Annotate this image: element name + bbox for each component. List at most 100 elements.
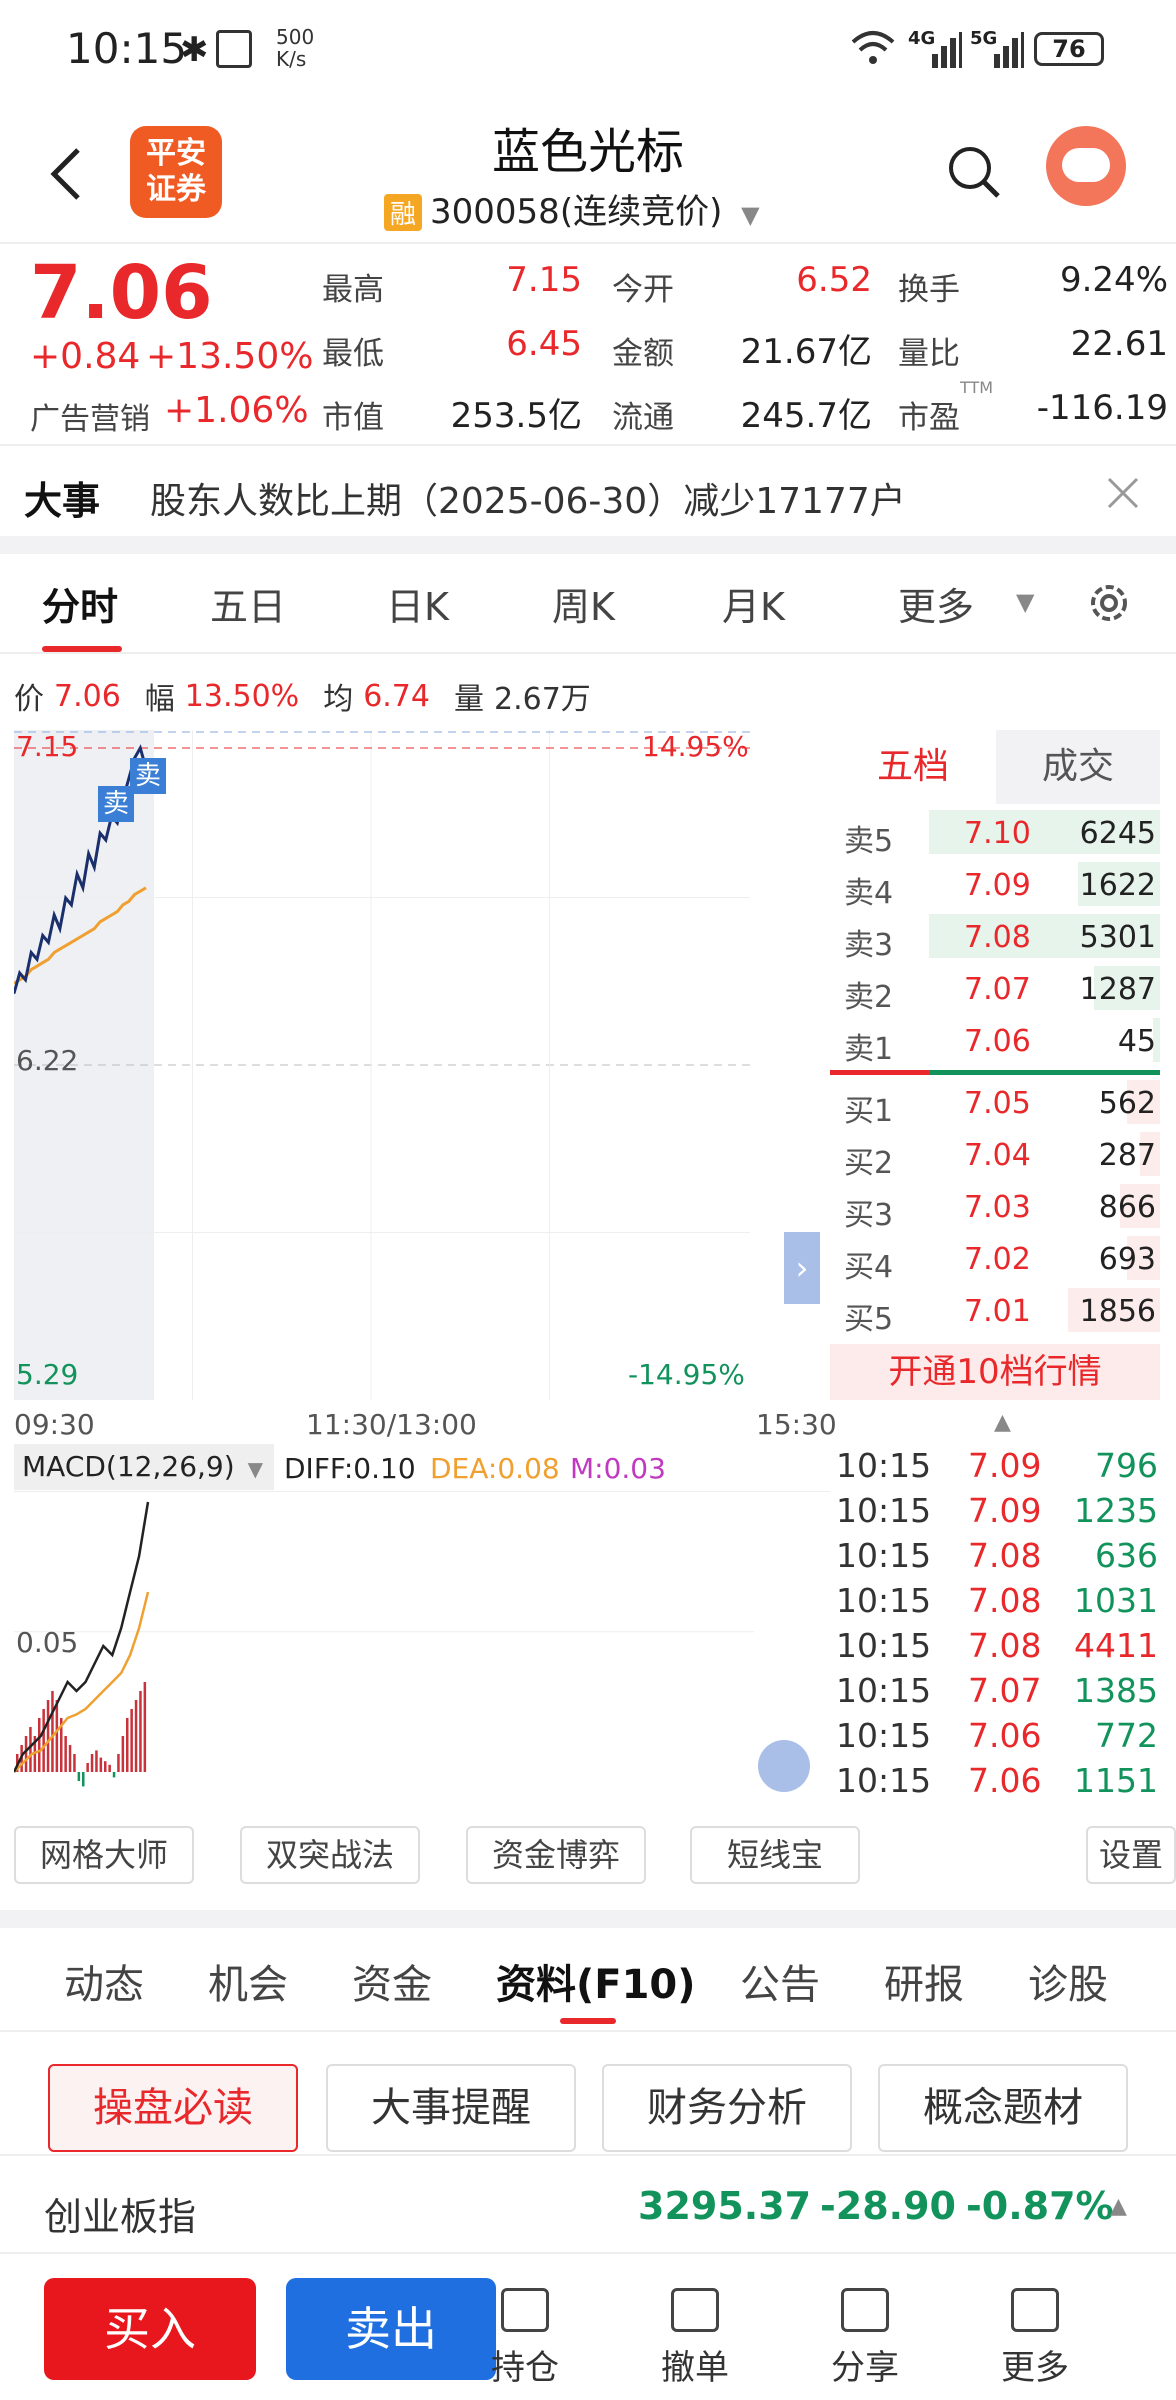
sell-level-price: 7.06 [964, 1024, 1031, 1059]
orderbook-buy-row[interactable]: 买4 7.02 693 [830, 1232, 1160, 1285]
f10-tab-underline [560, 2018, 616, 2024]
wifi-icon [851, 31, 895, 64]
sell-marker[interactable]: 卖 [98, 786, 134, 822]
x-label-close: 15:30 [756, 1408, 837, 1441]
macd-chart[interactable] [14, 1494, 830, 1800]
info-pct-label: 幅 [144, 682, 175, 717]
sub-button-1[interactable]: 大事提醒 [326, 2064, 576, 2152]
tab-five-levels[interactable]: 五档 [830, 730, 996, 804]
tool-button-4[interactable]: 设置 [1086, 1826, 1176, 1884]
sell-marker[interactable]: 卖 [130, 758, 166, 794]
orderbook-sell-row[interactable]: 卖3 7.08 5301 [830, 910, 1160, 963]
tab-chart-3[interactable]: 周K [552, 576, 615, 631]
caret-up-icon[interactable]: ▲ [1110, 2194, 1127, 2219]
info-price-label: 价 [14, 682, 44, 717]
sector-name[interactable]: 广告营销 [30, 394, 150, 438]
price-change: +0.84 [30, 336, 141, 377]
trade-price: 7.09 [968, 1446, 1042, 1485]
price-point [24, 978, 27, 981]
f10-tab-4[interactable]: 公告 [740, 1952, 820, 2010]
f10-tab-1[interactable]: 机会 [208, 1952, 288, 2010]
caret-down-icon[interactable]: ▼ [1016, 588, 1034, 616]
buy-button[interactable]: 买入 [44, 2278, 256, 2380]
expand-panel-button[interactable]: › [784, 1232, 820, 1304]
orderbook-buy-row[interactable]: 买1 7.05 562 [830, 1076, 1160, 1129]
f10-tab-6[interactable]: 诊股 [1028, 1952, 1108, 2010]
macd-bar [108, 1764, 111, 1772]
close-icon[interactable] [1106, 476, 1140, 510]
macd-bar [73, 1754, 76, 1772]
macd-selector[interactable]: MACD(12,26,9) ▼ [14, 1444, 274, 1490]
price-change-pct: +13.50% [146, 336, 314, 377]
sub-button-2[interactable]: 财务分析 [602, 2064, 852, 2152]
orderbook-tabs: 五档 成交 [830, 730, 1160, 804]
orderbook-sell-row[interactable]: 卖4 7.09 1622 [830, 858, 1160, 911]
orderbook-sell-row[interactable]: 卖2 7.07 1287 [830, 962, 1160, 1015]
news-text[interactable]: 股东人数比上期（2025-06-30）减少17177户 [150, 472, 906, 524]
trade-row: 10:15 7.07 1385 [836, 1667, 1160, 1711]
caret-down-icon: ▼ [247, 1457, 263, 1481]
f10-tab-3[interactable]: 资料(F10) [496, 1952, 696, 2010]
f10-tab-2[interactable]: 资金 [352, 1952, 432, 2010]
search-icon[interactable] [946, 144, 1002, 200]
index-bar[interactable]: 创业板指 3295.37 -28.90 -0.87% ▲ [0, 2154, 1176, 2254]
bottom-item-1[interactable]: 撤单 [640, 2288, 750, 2389]
f10-tab-0[interactable]: 动态 [64, 1952, 144, 2010]
tab-chart-1[interactable]: 五日 [210, 576, 286, 631]
trade-volume: 636 [1095, 1536, 1158, 1575]
tab-chart-5[interactable]: 更多 [898, 576, 974, 631]
stat-label: 今开 [612, 272, 674, 308]
tab-trades[interactable]: 成交 [996, 730, 1160, 804]
sector-change-pct[interactable]: +1.06% [164, 390, 309, 431]
buy-level-label: 买4 [844, 1250, 894, 1285]
bottom-item-0[interactable]: 持仓 [470, 2288, 580, 2389]
stat-value: 6.45 [506, 324, 582, 364]
macd-bar [82, 1772, 85, 1787]
buy-level-price: 7.05 [964, 1086, 1031, 1121]
trade-price: 7.07 [968, 1671, 1042, 1710]
sub-button-0[interactable]: 操盘必读 [48, 2064, 298, 2152]
bottom-item-2[interactable]: 分享 [810, 2288, 920, 2389]
news-bar[interactable]: 大事 股东人数比上期（2025-06-30）减少17177户 [0, 444, 1176, 536]
macd-bar [42, 1709, 45, 1772]
tool-button-1[interactable]: 双突战法 [240, 1826, 420, 1884]
orderbook-buy-row[interactable]: 买2 7.04 287 [830, 1128, 1160, 1181]
tool-button-0[interactable]: 网格大师 [14, 1826, 194, 1884]
intraday-chart[interactable] [14, 730, 750, 1400]
divider [0, 1910, 1176, 1928]
info-vol: 2.67万 [493, 682, 591, 717]
price-point [41, 934, 44, 937]
sell-button[interactable]: 卖出 [286, 2278, 496, 2380]
macd-bar [126, 1718, 129, 1772]
tab-chart-2[interactable]: 日K [386, 576, 449, 631]
fullscreen-icon[interactable] [758, 1740, 810, 1792]
assistant-avatar-icon[interactable] [1046, 126, 1126, 206]
signal-bars-icon [994, 32, 1024, 68]
tab-chart-4[interactable]: 月K [722, 576, 785, 631]
macd-bar [51, 1691, 54, 1772]
sell-level-volume: 5301 [1079, 920, 1156, 955]
trade-time: 10:15 [836, 1446, 932, 1485]
f10-tab-5[interactable]: 研报 [884, 1952, 964, 2010]
trade-row: 10:15 7.06 1151 [836, 1757, 1160, 1801]
macd-bar [99, 1757, 103, 1772]
tool-button-2[interactable]: 资金博弈 [466, 1826, 646, 1884]
gear-icon[interactable] [1086, 580, 1132, 626]
orderbook-sell-row[interactable]: 卖5 7.10 6245 [830, 806, 1160, 859]
sub-button-3[interactable]: 概念题材 [878, 2064, 1128, 2152]
tab-chart-0[interactable]: 分时 [42, 576, 118, 631]
orderbook-sell-row[interactable]: 卖1 7.06 45 [830, 1014, 1160, 1067]
caret-down-icon[interactable]: ▼ [741, 201, 759, 229]
macd-header: MACD(12,26,9) ▼ DIFF:0.10 DEA:0.08 M:0.0… [14, 1444, 830, 1492]
upgrade-10-levels-button[interactable]: 开通10档行情 [830, 1344, 1160, 1400]
trade-row: 10:15 7.06 772 [836, 1712, 1160, 1756]
orderbook-divider [830, 1070, 1160, 1075]
bottom-item-3[interactable]: 更多 [980, 2288, 1090, 2389]
stat-label: 量比 [898, 336, 960, 372]
trade-price: 7.08 [968, 1536, 1042, 1575]
orderbook-buy-row[interactable]: 买3 7.03 866 [830, 1180, 1160, 1233]
buy-level-volume: 866 [1098, 1190, 1156, 1225]
orderbook-buy-row[interactable]: 买5 7.01 1856 [830, 1284, 1160, 1337]
caret-up-icon[interactable]: ▲ [994, 1410, 1011, 1435]
tool-button-3[interactable]: 短线宝 [690, 1826, 860, 1884]
